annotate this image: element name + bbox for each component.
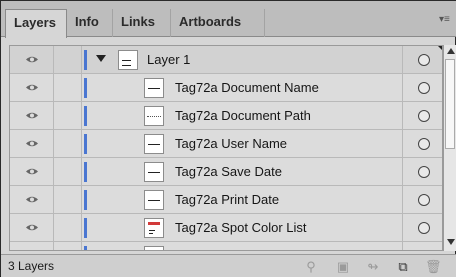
list-item[interactable]: Tag72a Save Date xyxy=(10,158,442,186)
layer-color-bar xyxy=(84,134,87,154)
create-sublayer-icon[interactable]: ↬ xyxy=(365,259,381,275)
search-icon[interactable]: ⚲ xyxy=(303,259,319,275)
visibility-toggle[interactable] xyxy=(10,242,54,250)
target-column[interactable] xyxy=(402,158,442,185)
item-name[interactable]: Tag72a Spot Color List xyxy=(175,220,307,235)
make-clip-mask-icon[interactable]: ▣ xyxy=(335,259,351,275)
layers-panel: Layers Info Links Artboards ▾≡ Layer 1 T… xyxy=(0,0,456,277)
target-circle-icon[interactable] xyxy=(418,54,430,66)
target-circle-icon[interactable] xyxy=(418,250,430,251)
item-name[interactable]: Tag72a User Name xyxy=(175,136,287,151)
layer-color-bar xyxy=(84,162,87,182)
scroll-up-icon[interactable] xyxy=(447,48,455,54)
trash-icon[interactable]: 🗑 xyxy=(425,259,442,275)
item-thumbnail xyxy=(144,162,164,182)
visibility-toggle[interactable] xyxy=(10,130,54,157)
scroll-down-icon[interactable] xyxy=(447,239,455,245)
lock-toggle[interactable] xyxy=(54,158,82,185)
eye-icon xyxy=(26,168,38,175)
target-column[interactable] xyxy=(402,74,442,101)
layers-list: Layer 1 Tag72a Document Name Tag72a Docu… xyxy=(9,45,443,251)
target-circle-icon[interactable] xyxy=(418,110,430,122)
target-column[interactable] xyxy=(402,242,442,251)
layer-color-bar xyxy=(84,246,87,250)
item-thumbnail xyxy=(144,134,164,154)
list-item[interactable]: Tag72a Document Name xyxy=(10,74,442,102)
layer-color-bar xyxy=(84,190,87,210)
lock-toggle[interactable] xyxy=(54,130,82,157)
lock-toggle[interactable] xyxy=(54,102,82,129)
visibility-toggle[interactable] xyxy=(10,102,54,129)
item-thumbnail xyxy=(144,218,164,238)
target-column[interactable] xyxy=(402,186,442,213)
layer-color-bar xyxy=(84,106,87,126)
tab-links[interactable]: Links xyxy=(113,9,171,37)
item-thumbnail xyxy=(144,106,164,126)
item-thumbnail xyxy=(144,190,164,210)
tab-bar: Layers Info Links Artboards ▾≡ xyxy=(1,1,456,38)
target-column[interactable] xyxy=(402,46,442,73)
eye-icon xyxy=(26,56,38,63)
layer-thumbnail xyxy=(118,50,138,70)
layer-color-bar xyxy=(84,218,87,238)
lock-toggle[interactable] xyxy=(54,214,82,241)
tab-layers[interactable]: Layers xyxy=(5,9,67,38)
item-name[interactable]: Tag72a Document Name xyxy=(175,80,319,95)
new-layer-icon[interactable]: ⧉ xyxy=(395,259,411,275)
panel-menu-icon[interactable]: ▾≡ xyxy=(439,15,451,25)
list-item[interactable]: Tag72a Print Date xyxy=(10,186,442,214)
item-name[interactable]: Tag72a Document Path xyxy=(175,108,311,123)
eye-icon xyxy=(26,224,38,231)
target-circle-icon[interactable] xyxy=(418,138,430,150)
target-column[interactable] xyxy=(402,102,442,129)
list-item[interactable] xyxy=(10,242,442,251)
item-thumbnail xyxy=(144,78,164,98)
list-item[interactable]: Tag72a Spot Color List xyxy=(10,214,442,242)
layer-count: 3 Layers xyxy=(8,259,55,273)
visibility-toggle[interactable] xyxy=(10,46,54,73)
target-circle-icon[interactable] xyxy=(418,194,430,206)
layer-color-bar xyxy=(84,50,87,70)
list-item[interactable]: Tag72a User Name xyxy=(10,130,442,158)
item-name[interactable]: Tag72a Save Date xyxy=(175,164,282,179)
target-circle-icon[interactable] xyxy=(418,222,430,234)
visibility-toggle[interactable] xyxy=(10,214,54,241)
layer-color-bar xyxy=(84,78,87,98)
lock-toggle[interactable] xyxy=(54,74,82,101)
item-name[interactable]: Tag72a Print Date xyxy=(175,192,279,207)
lock-toggle[interactable] xyxy=(54,46,82,73)
layer-name[interactable]: Layer 1 xyxy=(147,52,190,67)
eye-icon xyxy=(26,112,38,119)
visibility-toggle[interactable] xyxy=(10,186,54,213)
target-column[interactable] xyxy=(402,214,442,241)
tab-info[interactable]: Info xyxy=(67,9,113,37)
target-column[interactable] xyxy=(402,130,442,157)
target-circle-icon[interactable] xyxy=(418,82,430,94)
eye-icon xyxy=(26,196,38,203)
lock-toggle[interactable] xyxy=(54,242,82,250)
eye-icon xyxy=(26,84,38,91)
scroll-thumb[interactable] xyxy=(445,59,455,149)
tab-artboards[interactable]: Artboards xyxy=(171,9,265,37)
visibility-toggle[interactable] xyxy=(10,74,54,101)
layer-row-layer-1[interactable]: Layer 1 xyxy=(10,46,442,74)
scrollbar[interactable] xyxy=(443,45,456,251)
eye-icon xyxy=(26,140,38,147)
target-circle-icon[interactable] xyxy=(418,166,430,178)
visibility-toggle[interactable] xyxy=(10,158,54,185)
lock-toggle[interactable] xyxy=(54,186,82,213)
expand-triangle-icon[interactable] xyxy=(96,55,106,62)
item-thumbnail xyxy=(144,246,164,250)
bottom-bar: 3 Layers ⚲ ▣ ↬ ⧉ 🗑 xyxy=(1,254,456,277)
list-item[interactable]: Tag72a Document Path xyxy=(10,102,442,130)
